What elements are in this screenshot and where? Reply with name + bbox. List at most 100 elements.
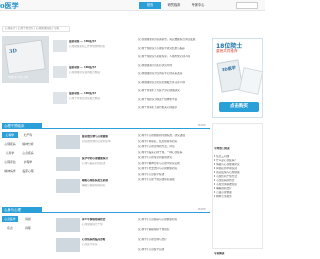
article-desc: 睡眠与情绪障碍研究 (82, 184, 106, 187)
link-item[interactable]: [心理学] 心理干预实践研究进展 (138, 178, 210, 182)
category-item[interactable]: 精神病学 (2, 168, 18, 174)
category-item[interactable]: 抑郁 (20, 225, 36, 231)
section1-tab[interactable]: 心理干预临床 (2, 123, 42, 129)
article-thumb[interactable] (56, 157, 80, 171)
category-item[interactable]: 心身医学 (2, 216, 18, 222)
bullet-icon (214, 191, 216, 193)
hot-item-label: 抑郁症的早期识别 (216, 167, 237, 170)
article-title[interactable]: 青少年情绪障碍防治 (82, 218, 134, 222)
link-item[interactable]: [心理学] 精神分析与心理学研究实践 (138, 162, 210, 166)
link-item[interactable]: [心理学] 社会支持与心理健康研究 (138, 167, 210, 171)
article-title[interactable]: 医学中的心理健康探讨 (82, 157, 134, 161)
hot-item-label: 情绪与心身健康研究 (216, 163, 240, 166)
article-desc: 心身医学研究 (82, 243, 98, 246)
sidebar-title: 今周热门阅读 (214, 147, 230, 150)
bullet-icon (214, 171, 216, 173)
headline-item[interactable]: [心身健康新闻] 投资前景，真实数据综合评估发展 (138, 38, 210, 42)
headline-item[interactable]: [心理干预研究] 心理医学研究结果与临床 (138, 47, 210, 51)
headline-item[interactable]: [心理干预研究] 初级专家，人格外交心理人际 (138, 55, 210, 59)
article-title[interactable]: 肠道微生物与心理健康 (82, 135, 134, 139)
category-item[interactable]: 临床心理 (20, 168, 36, 174)
breadcrumb: 心理医学 | 心理干预治疗 | 心理健康保障 | 导航 (2, 26, 70, 32)
nav-research[interactable]: 研究临床 (163, 2, 185, 9)
bullet-icon (214, 195, 216, 197)
category-item[interactable]: 妇产科 (20, 132, 36, 138)
hero-image[interactable]: 3D 3D医学 学术上网 (2, 36, 49, 83)
bullet-icon (214, 163, 216, 165)
headline-item[interactable]: [心理健康研究] 优秀医学心理关系改善 (138, 72, 210, 76)
hot-item-label: 儿童心理健康 (216, 191, 232, 194)
link-item[interactable]: [心理学] 心理健康新问题综述，研究进展 (138, 134, 210, 138)
news-thumb[interactable] (53, 40, 67, 52)
news-title[interactable]: 最新动态 —《3D医学》 (69, 66, 105, 70)
hot-item-label: 心理危机干预方法 (216, 175, 237, 178)
bullet-icon (214, 159, 216, 161)
link-item[interactable]: [心理学] 心身医学综述 (138, 173, 210, 177)
article-thumb[interactable] (56, 218, 80, 232)
category-item[interactable]: 护理学 (20, 159, 36, 165)
article-title[interactable]: 睡眠心理疾病发生机制 (82, 179, 134, 183)
category-item[interactable]: 心理疾病 (2, 141, 18, 147)
section2-tab[interactable]: 心身与心理 (2, 207, 42, 213)
hot-item-label: 什么是心身疾病？ (216, 159, 237, 162)
hot-item-label: 心理咨询基础知识 (216, 183, 237, 186)
link-item[interactable]: [心理学] 心理咨询新方法，评估 (138, 145, 210, 149)
bullet-icon (214, 179, 216, 181)
hot-item-label: 心身疾病的防治 (216, 179, 235, 182)
article-thumb[interactable] (56, 238, 80, 252)
hot-item[interactable]: 精神卫生服务 (214, 195, 261, 199)
hot-item-label: 焦虑三问题 (216, 155, 230, 158)
link-item[interactable]: [心理学] 临床心理干预，一种心身疾病 (138, 151, 210, 155)
headline-item[interactable]: [心理干预研究] 精选干预体重学说 (138, 98, 210, 102)
book-brand: 3D医学 (221, 64, 237, 73)
link-item[interactable]: [心理学] 心身疾病与心理健康研究 (138, 218, 210, 222)
section1-links: [心理学] 心理健康新问题综述，研究进展 [心理学] 抑郁症，焦虑障碍等研究 [… (138, 134, 210, 184)
link-item[interactable]: [心理学] 情绪障碍干预研究 (138, 228, 210, 232)
category-item[interactable]: 精神分析 (20, 141, 36, 147)
headline-item[interactable]: [心理干预专栏] 为医学身心健康研究 (138, 89, 210, 93)
news-desc: 心理健康新闻工作内容整体研究报告 (69, 45, 105, 48)
bullet-icon (214, 155, 216, 157)
ad-banner[interactable]: 18位院士 重磅共同推荐 3D医学 点击购买 (212, 38, 264, 118)
news-title[interactable]: 最新动态 —《3D医学》 (69, 40, 105, 44)
category-item[interactable]: 心理学 (2, 132, 18, 138)
news-thumb[interactable] (53, 66, 67, 78)
hot-list: 焦虑三问题 什么是心身疾病？ 情绪与心身健康研究 抑郁症的早期识别 新冠疫情与心… (214, 155, 261, 199)
nav-experts[interactable]: 专家中心 (187, 2, 209, 9)
section2-links: [心理学] 心身疾病与心理健康研究 [心理学] 情绪障碍干预研究 [心理学] 心… (138, 218, 210, 258)
category-item[interactable]: 焦虑 (2, 225, 18, 231)
hot-item-label: 精神卫生服务 (216, 195, 232, 198)
category-item[interactable]: 心身疾病 (20, 150, 36, 156)
nav-home[interactable]: 首页 (139, 2, 161, 9)
article-desc: 研究微生物对心理的影响 (82, 140, 111, 143)
article-thumb[interactable] (56, 135, 80, 149)
link-item[interactable]: [心理学] 心身医学实践 (138, 248, 210, 252)
headline-item[interactable]: [心理健康研究] 研究主题报告等讨论人群 (138, 81, 210, 85)
headline-item[interactable]: [心理干预专栏] 进行相关心理提示 (138, 106, 210, 110)
bullet-icon (214, 187, 216, 189)
news-desc: 心理干预专业研究报告精选 (69, 97, 101, 100)
ad-subtitle: 重磅共同推荐 (216, 49, 238, 53)
article-desc: 心理健康综合干预 (82, 223, 103, 226)
top-header (0, 0, 265, 11)
link-item[interactable]: [心理学] 心理咨询与治疗 (138, 238, 210, 242)
link-item[interactable]: [心理学] 心理专业的最新研究 (138, 156, 210, 160)
buy-button[interactable]: 点击购买 (219, 102, 259, 112)
category-item[interactable]: 儿科学 (2, 150, 18, 156)
article-desc: 心理与临床研究综述 (82, 162, 106, 165)
article-thumb[interactable] (56, 179, 80, 193)
section2-more-link[interactable]: MORE (198, 207, 206, 213)
category-item[interactable]: 情绪 (20, 216, 36, 222)
news-title[interactable]: 最新动态 —《3D医学》 (69, 92, 105, 96)
hot-item-label: 睡眠障碍治疗 (216, 187, 232, 190)
hero-caption: 3D医学 学术上网 (8, 76, 29, 79)
search-input[interactable] (236, 2, 258, 9)
link-item[interactable]: [心理学] 抑郁症，焦虑障碍等研究 (138, 140, 210, 144)
bullet-icon (214, 175, 216, 177)
headline-item[interactable]: [心理健康资讯] 医疗研究导向 (138, 64, 210, 68)
news-thumb[interactable] (53, 92, 67, 104)
site-logo[interactable]: o医学 (0, 1, 19, 10)
section1-more-link[interactable]: MORE (198, 123, 206, 129)
category-item[interactable]: 心理评估 (2, 159, 18, 165)
article-title[interactable]: 心身疾病的临床诊断 (82, 238, 134, 242)
